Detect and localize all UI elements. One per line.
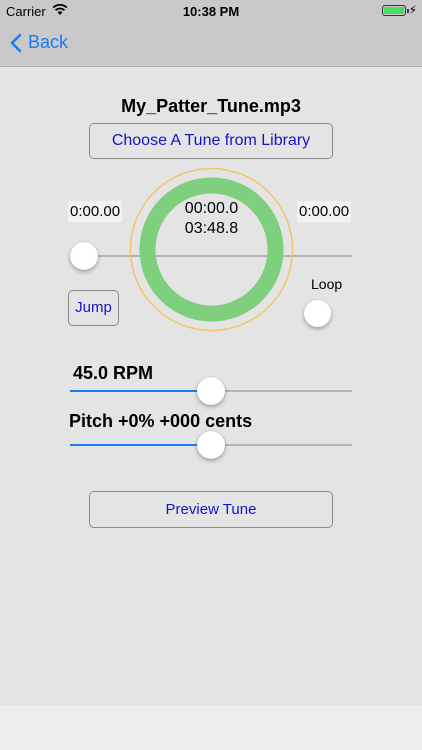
chevron-left-icon (10, 33, 22, 52)
preview-tune-button[interactable]: Preview Tune (89, 491, 333, 528)
toggle-knob (304, 300, 331, 327)
bottom-bar (0, 705, 422, 750)
pitch-slider-thumb[interactable] (197, 431, 225, 459)
elapsed-time-label: 0:00.00 (68, 201, 123, 222)
loop-toggle[interactable] (303, 299, 353, 329)
status-bar: Carrier 10:38 PM ⚡ (0, 0, 422, 22)
navigation-bar: Back (0, 22, 422, 67)
back-button[interactable]: Back (10, 32, 68, 53)
slider-fill (70, 390, 211, 392)
slider-fill (70, 444, 211, 446)
battery-icon (382, 5, 409, 16)
loop-label: Loop (311, 276, 343, 292)
rpm-slider-thumb[interactable] (197, 377, 225, 405)
jump-button[interactable]: Jump (68, 290, 119, 326)
progress-ring: 00:00.0 03:48.8 (129, 167, 294, 332)
remaining-time-label: 0:00.00 (297, 201, 352, 222)
current-time-label: 00:00.0 (184, 200, 239, 217)
total-time-label: 03:48.8 (184, 220, 239, 237)
back-label: Back (28, 32, 69, 52)
position-slider-thumb[interactable] (70, 242, 98, 270)
rpm-slider[interactable] (70, 377, 352, 405)
file-name-title: My_Patter_Tune.mp3 (121, 96, 301, 116)
pitch-slider[interactable] (70, 431, 352, 459)
pitch-label: Pitch +0% +000 cents (69, 411, 253, 431)
charging-icon: ⚡ (408, 3, 417, 17)
clock: 10:38 PM (182, 4, 240, 19)
choose-tune-button[interactable]: Choose A Tune from Library (89, 123, 333, 159)
